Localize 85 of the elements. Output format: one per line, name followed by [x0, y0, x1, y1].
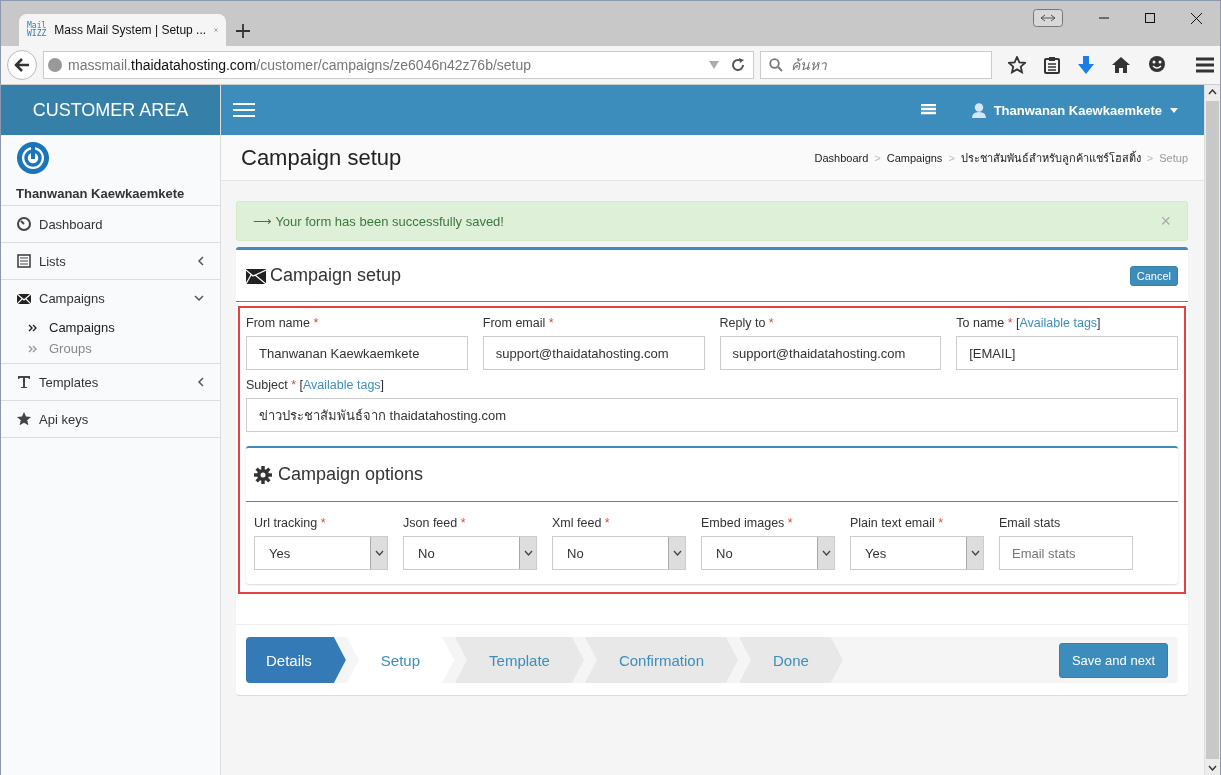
close-icon[interactable] — [1191, 12, 1202, 24]
select-dropdown[interactable]: No — [403, 536, 537, 570]
field-label: Email stats — [999, 516, 1062, 530]
caret-icon — [1170, 107, 1178, 113]
breadcrumb-link[interactable]: ประชาสัมพันธ์สำหรับลูกค้าแชร์โฮสติ้ง — [960, 148, 1141, 167]
double-chevron-icon — [28, 323, 37, 332]
input-field[interactable]: support@thaidatahosting.com — [482, 336, 705, 370]
field-label: Json feed * — [403, 516, 467, 530]
select-dropdown[interactable]: Yes — [850, 536, 984, 570]
breadcrumb-separator: > — [948, 151, 955, 164]
list-icon — [17, 254, 31, 268]
back-button[interactable] — [7, 50, 37, 80]
cancel-button[interactable]: Cancel — [1129, 265, 1178, 286]
menu-icon[interactable] — [1196, 57, 1214, 73]
chevron-down-icon — [672, 550, 682, 556]
favicon: Mail WIZZ — [27, 22, 47, 38]
sidebar-item[interactable]: Dashboard — [1, 206, 220, 243]
sidebar-item[interactable]: Lists — [1, 243, 220, 280]
maximize-icon[interactable] — [1145, 13, 1155, 23]
field-label: Plain text email * — [850, 516, 945, 530]
scrollbar[interactable] — [1204, 85, 1221, 775]
download-icon[interactable] — [1078, 56, 1094, 74]
field-label: Subject * [Available tags] — [246, 378, 386, 392]
breadcrumb-link[interactable]: Campaigns — [886, 151, 943, 164]
home-icon[interactable] — [1112, 57, 1130, 73]
user-name: Thanwanan Kaewkaemkete — [16, 186, 186, 201]
star-icon — [17, 412, 31, 426]
field-label: From email * — [482, 316, 555, 330]
field-label: From name * — [246, 316, 320, 330]
save-and-next-button[interactable]: Save and next — [1058, 642, 1168, 678]
clipboard-icon[interactable] — [1044, 56, 1060, 74]
input-field[interactable]: support@thaidatahosting.com — [719, 336, 942, 370]
smiley-icon[interactable] — [1148, 56, 1166, 74]
available-tags-link[interactable]: Available tags — [303, 378, 381, 392]
field-label: Reply to * — [719, 316, 775, 330]
wizard-step[interactable]: Setup — [346, 637, 455, 683]
url-field[interactable]: massmail.thaidatahosting.com/customer/campaigns/ze6046n42z76b/setup — [43, 51, 754, 79]
envelope-icon — [17, 291, 31, 306]
field-label: To name * [Available tags] — [956, 316, 1102, 330]
sidebar-item[interactable]: Campaigns — [1, 280, 220, 317]
chevron-down-icon — [523, 550, 533, 556]
chevron-down-icon — [970, 550, 980, 556]
user-icon — [971, 102, 986, 118]
arrow-left-icon — [14, 58, 30, 72]
plus-icon[interactable] — [236, 24, 250, 38]
panel-title: Campaign options — [278, 464, 424, 485]
reload-icon[interactable] — [731, 58, 745, 72]
envelope-icon — [246, 267, 266, 284]
double-chevron-icon — [28, 344, 37, 353]
breadcrumb-separator: > — [1146, 151, 1154, 164]
field-label: Xml feed * — [552, 516, 611, 530]
input-field[interactable]: Email stats — [999, 536, 1133, 570]
globe-icon — [48, 58, 62, 72]
page-title: Campaign setup — [241, 144, 402, 171]
input-field[interactable]: ข่าวประชาสัมพันธ์จาก thaidatahosting.com — [246, 398, 1178, 432]
brand-title: CUSTOMER AREA — [1, 85, 220, 135]
field-label: Url tracking * — [254, 516, 327, 530]
select-dropdown[interactable]: No — [552, 536, 686, 570]
select-dropdown[interactable]: Yes — [254, 536, 388, 570]
select-dropdown[interactable]: No — [701, 536, 835, 570]
input-field[interactable]: Thanwanan Kaewkaemkete — [246, 336, 468, 370]
chevron-down-icon — [1208, 765, 1217, 771]
server-icon[interactable] — [920, 104, 936, 116]
tab-title: Mass Mail System | Setup ... — [54, 23, 207, 37]
input-field[interactable]: [EMAIL] — [956, 336, 1178, 370]
wizard-step[interactable]: Details — [246, 637, 346, 683]
chevron-up-icon — [1208, 89, 1217, 95]
dashboard-icon — [17, 217, 31, 231]
resize-icon[interactable] — [1033, 9, 1063, 27]
field-label: Embed images * — [701, 516, 794, 530]
box-title: Campaign setup — [270, 265, 403, 286]
search-field[interactable]: ค้นหา — [760, 51, 992, 79]
chevron-down-icon — [821, 550, 831, 556]
breadcrumb-separator: > — [874, 151, 881, 164]
chevron-down-icon — [374, 550, 384, 556]
submenu-item[interactable]: Campaigns — [1, 317, 220, 338]
gear-icon — [254, 465, 272, 484]
power-logo-icon — [16, 141, 50, 175]
star-icon[interactable] — [1008, 56, 1026, 74]
sidebar-item[interactable]: Api keys — [1, 401, 220, 438]
alert-message: ⟶ Your form has been successfully saved! — [253, 213, 504, 229]
user-menu[interactable]: Thanwanan Kaewkaemkete — [971, 102, 1178, 118]
text-icon — [17, 375, 31, 389]
breadcrumb-link[interactable]: Dashboard — [814, 151, 869, 164]
sidebar-item[interactable]: Templates — [1, 364, 220, 401]
